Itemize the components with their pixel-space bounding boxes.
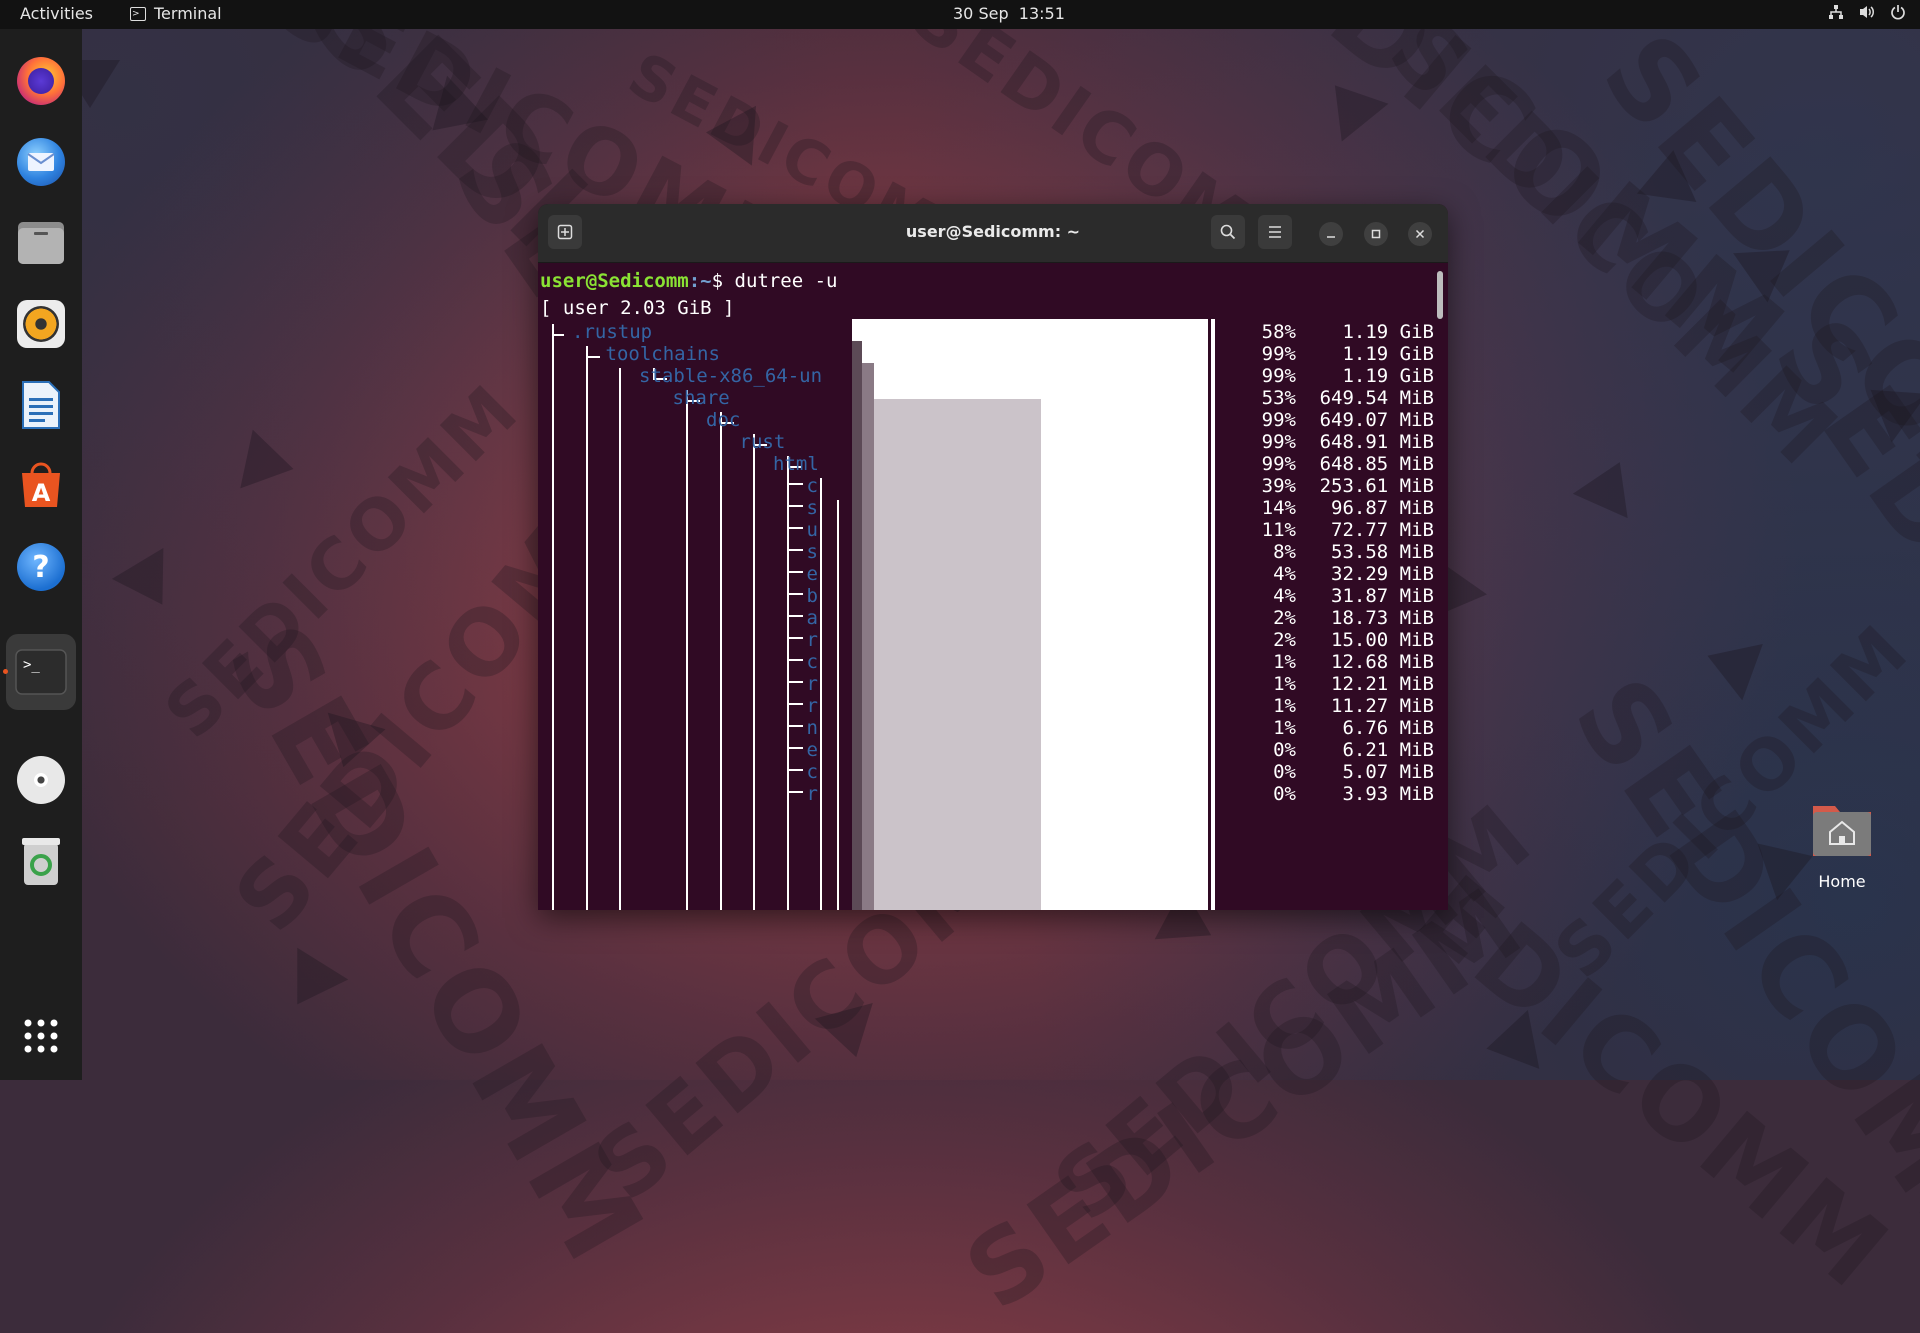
close-button[interactable] [1408, 222, 1432, 246]
tree-row: r 0% 3.93 MiB [538, 781, 1448, 808]
terminal-content[interactable]: user@Sedicomm:~$ dutree -u [ user 2.03 G… [538, 263, 1448, 910]
home-folder-icon[interactable] [1811, 798, 1873, 858]
command-line: user@Sedicomm:~$ dutree -u [540, 268, 837, 295]
svg-text:A: A [32, 479, 51, 507]
running-indicator [3, 669, 8, 674]
command-text: dutree -u [734, 270, 838, 292]
libreoffice-writer-icon[interactable] [14, 378, 68, 432]
system-tray[interactable] [1828, 4, 1906, 24]
terminal-mini-icon: > [130, 6, 146, 21]
firefox-icon[interactable] [14, 54, 68, 108]
terminal-headerbar[interactable]: user@Sedicomm: ~ [538, 204, 1448, 263]
terminal-window[interactable]: user@Sedicomm: ~ user@Sedicomm:~$ dutree… [538, 204, 1448, 910]
show-applications-icon[interactable] [14, 1009, 68, 1063]
power-icon[interactable] [1890, 4, 1906, 24]
watermark-triangle [703, 102, 757, 166]
watermark-triangle [1636, 146, 1704, 202]
disc-icon[interactable] [14, 753, 68, 807]
tree-entry-name: r [806, 783, 818, 805]
software-center-icon[interactable]: A [14, 459, 68, 513]
dock: A ? >_ [0, 29, 82, 1080]
minimize-button[interactable] [1319, 222, 1343, 246]
app-menu-button[interactable]: > Terminal [130, 4, 222, 23]
trash-icon[interactable] [14, 834, 68, 888]
tree-entry-percent: 0% [1273, 783, 1296, 805]
search-icon [1220, 224, 1236, 240]
prompt-symbol: $ [711, 270, 724, 292]
home-folder-label: Home [1818, 872, 1866, 891]
svg-text:>_: >_ [23, 657, 40, 673]
app-menu-label: Terminal [154, 4, 222, 23]
clock[interactable]: 30 Sep 13:51 [953, 4, 1065, 23]
menu-button[interactable] [1258, 215, 1292, 249]
terminal-title: user@Sedicomm: ~ [905, 222, 1081, 241]
maximize-button[interactable] [1364, 222, 1388, 246]
rhythmbox-icon[interactable] [14, 297, 68, 351]
activities-button[interactable]: Activities [20, 4, 93, 23]
root-summary: [ user 2.03 GiB ] [540, 297, 735, 319]
network-icon[interactable] [1828, 4, 1844, 24]
prompt-user: user@Sedicomm [540, 270, 689, 292]
terminal-dock-icon[interactable]: >_ [6, 634, 76, 710]
prompt-path: :~ [688, 270, 712, 292]
search-button[interactable] [1211, 215, 1245, 249]
thunderbird-icon[interactable] [14, 135, 68, 189]
hamburger-icon [1269, 226, 1281, 238]
help-icon[interactable]: ? [14, 540, 68, 594]
top-bar: Activities > Terminal 30 Sep 13:51 [0, 0, 1920, 29]
volume-icon[interactable] [1858, 4, 1876, 24]
files-icon[interactable] [14, 216, 68, 270]
terminal-scrollbar[interactable] [1437, 271, 1443, 319]
clock-date: 30 Sep [953, 4, 1009, 23]
tree-entry-size: 3.93 MiB [1342, 783, 1434, 805]
clock-time: 13:51 [1018, 4, 1065, 23]
